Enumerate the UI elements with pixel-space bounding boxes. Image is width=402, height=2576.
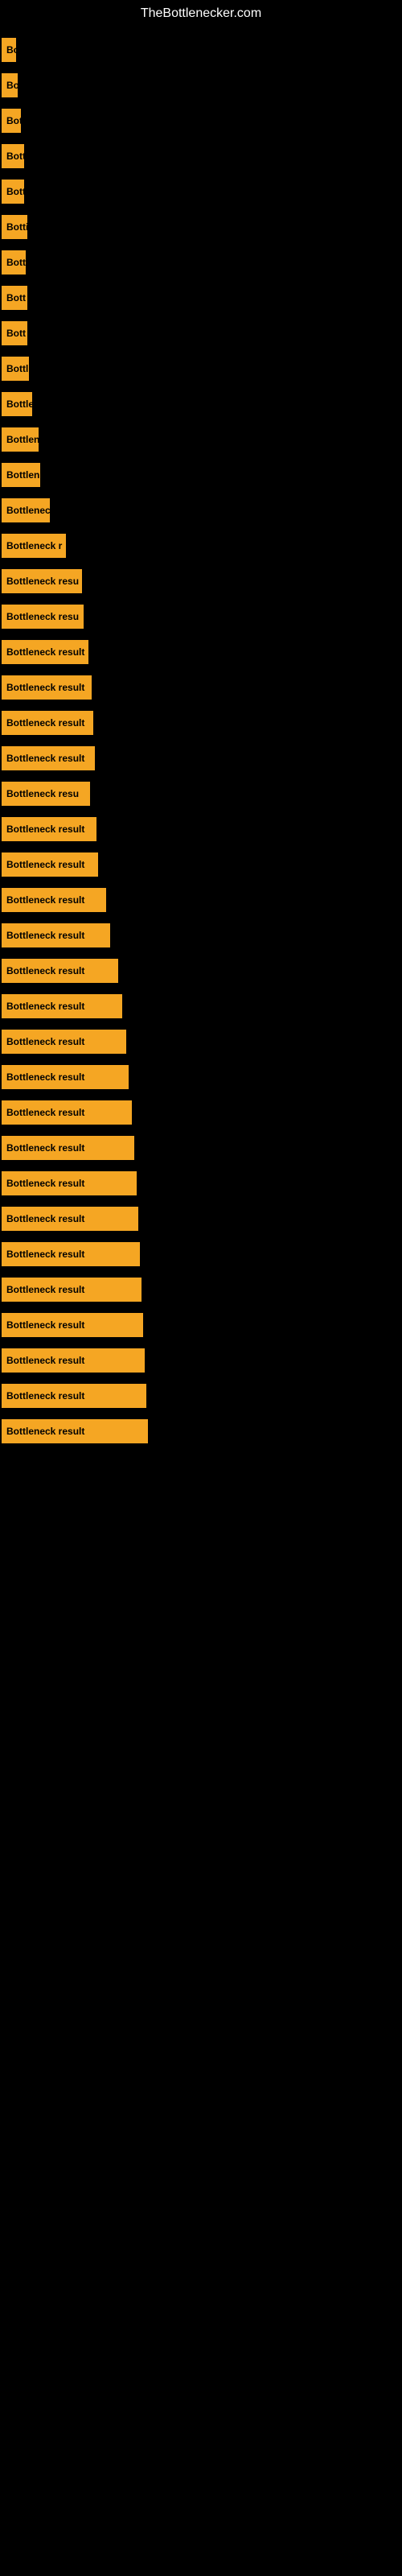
bar-row: Bottl <box>2 351 402 386</box>
bar-row: Bottleneck result <box>2 705 402 741</box>
bar-label: Bottleneck result <box>2 1419 148 1443</box>
bar-label: Bottle <box>2 392 32 416</box>
bar-row: Bottleneck result <box>2 1201 402 1236</box>
bar-row: Bottleneck result <box>2 741 402 776</box>
bar-row: Bottleneck result <box>2 1236 402 1272</box>
bar-label: Bottleneck result <box>2 959 118 983</box>
bar-label: Bottleneck result <box>2 923 110 947</box>
bar-label: Bottl <box>2 357 29 381</box>
bar-row: Bottleneck r <box>2 528 402 564</box>
bar-label: Bottleneck result <box>2 1242 140 1266</box>
bars-container: Bo Bo Bot Bott Bott Botti Bott Bott Bott Bottl Bot… <box>0 24 402 1449</box>
bar-label: Bottleneck result <box>2 1030 126 1054</box>
bar-label: Bottlen <box>2 463 40 487</box>
bar-label: Bottleneck result <box>2 1100 132 1125</box>
bar-label: Bottleneck result <box>2 640 88 664</box>
bar-row: Bottleneck result <box>2 1024 402 1059</box>
bar-label: Bott <box>2 321 27 345</box>
bar-row: Bottleneck result <box>2 847 402 882</box>
bar-row: Bottleneck result <box>2 670 402 705</box>
bar-row: Bott <box>2 245 402 280</box>
bar-row: Bottleneck result <box>2 1378 402 1414</box>
bar-row: Bottleneck resu <box>2 564 402 599</box>
bar-label: Bottleneck result <box>2 1065 129 1089</box>
bar-row: Bottlen <box>2 457 402 493</box>
bar-label: Bottleneck result <box>2 1136 134 1160</box>
bar-label: Bottleneck result <box>2 888 106 912</box>
bar-row: Bottleneck result <box>2 1272 402 1307</box>
bar-row: Bottleneck result <box>2 634 402 670</box>
bar-row: Bott <box>2 316 402 351</box>
bar-label: Bottleneck result <box>2 1171 137 1195</box>
bar-label: Bot <box>2 109 21 133</box>
bar-label: Bottleneck result <box>2 994 122 1018</box>
bar-label: Bottleneck result <box>2 1207 138 1231</box>
bar-label: Bottleneck result <box>2 1278 142 1302</box>
bar-row: Bottlenec <box>2 493 402 528</box>
bar-label: Bott <box>2 144 24 168</box>
bar-label: Botti <box>2 215 27 239</box>
bar-row: Bottleneck result <box>2 1130 402 1166</box>
bar-label: Bottleneck result <box>2 852 98 877</box>
bar-row: Bottleneck result <box>2 1414 402 1449</box>
bar-row: Bottleneck result <box>2 1095 402 1130</box>
bar-row: Bott <box>2 138 402 174</box>
bar-label: Bott <box>2 180 24 204</box>
bar-row: Bot <box>2 103 402 138</box>
bar-row: Bottleneck resu <box>2 776 402 811</box>
bar-label: Bottleneck result <box>2 817 96 841</box>
bar-row: Bottleneck result <box>2 989 402 1024</box>
bar-label: Bottleneck result <box>2 675 92 700</box>
bar-row: Bott <box>2 174 402 209</box>
bar-row: Bottleneck result <box>2 953 402 989</box>
bar-row: Bottleneck result <box>2 1343 402 1378</box>
bar-row: Bo <box>2 32 402 68</box>
bar-label: Bott <box>2 250 26 275</box>
bar-row: Bottleneck resu <box>2 599 402 634</box>
bar-label: Bo <box>2 38 16 62</box>
bar-label: Bottlenec <box>2 498 50 522</box>
bar-label: Bottleneck resu <box>2 782 90 806</box>
bar-row: Bottleneck result <box>2 882 402 918</box>
site-title: TheBottlenecker.com <box>0 0 402 24</box>
bar-label: Bottleneck result <box>2 711 93 735</box>
bar-row: Bott <box>2 280 402 316</box>
bar-label: Bottleneck result <box>2 1348 145 1373</box>
bar-label: Bottleneck result <box>2 1313 143 1337</box>
bar-row: Bottleneck result <box>2 1059 402 1095</box>
bar-row: Bottle <box>2 386 402 422</box>
bar-row: Botti <box>2 209 402 245</box>
bar-row: Bo <box>2 68 402 103</box>
bar-label: Bottleneck r <box>2 534 66 558</box>
bar-label: Bottleneck result <box>2 1384 146 1408</box>
bar-label: Bottlen <box>2 427 39 452</box>
bar-row: Bottleneck result <box>2 1307 402 1343</box>
bar-row: Bottlen <box>2 422 402 457</box>
bar-row: Bottleneck result <box>2 918 402 953</box>
bar-label: Bottleneck resu <box>2 605 84 629</box>
bar-row: Bottleneck result <box>2 1166 402 1201</box>
bar-label: Bottleneck result <box>2 746 95 770</box>
bar-label: Bott <box>2 286 27 310</box>
bar-label: Bo <box>2 73 18 97</box>
bar-row: Bottleneck result <box>2 811 402 847</box>
bar-label: Bottleneck resu <box>2 569 82 593</box>
